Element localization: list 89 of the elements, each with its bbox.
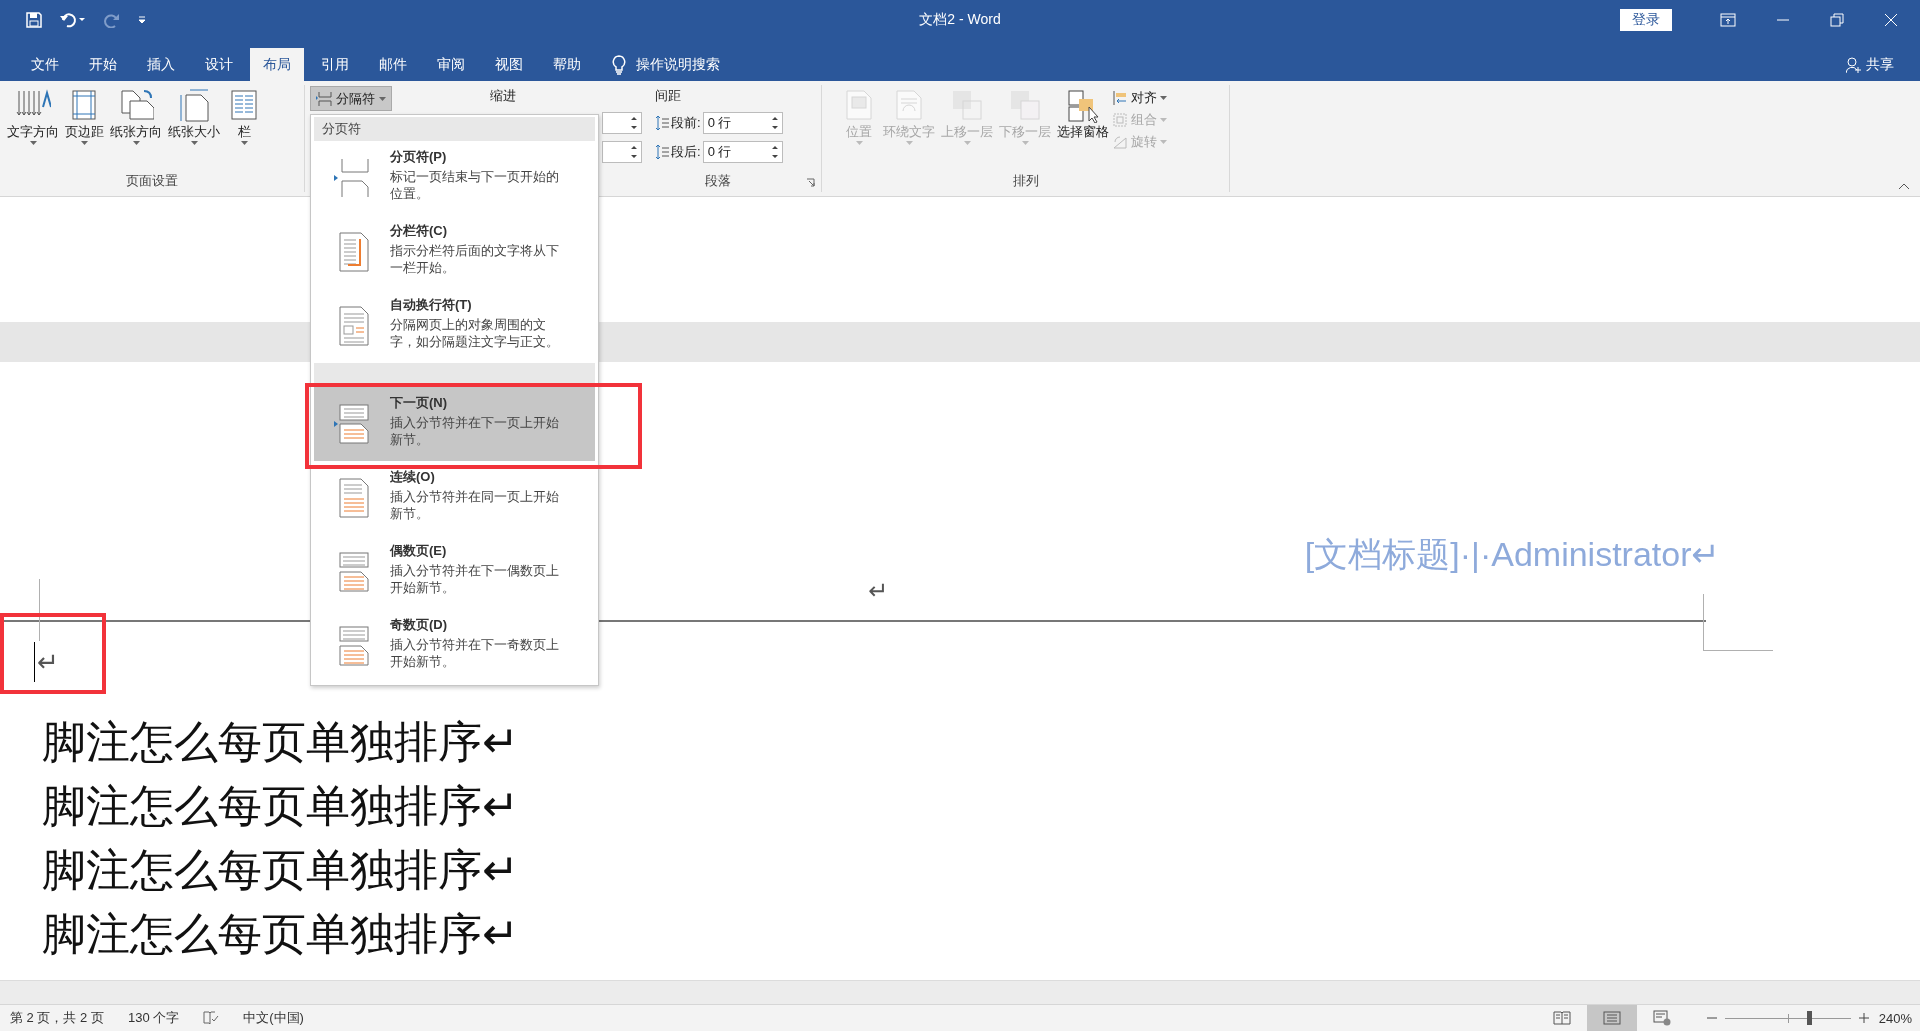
next-page-icon <box>334 403 370 445</box>
person-icon <box>1846 56 1862 73</box>
undo-icon[interactable] <box>60 12 86 28</box>
header-text: [文档标题]·|·Administrator↵ <box>1304 534 1720 574</box>
ribbon-button[interactable]: 文字方向 <box>4 85 62 172</box>
ribbon-tab[interactable]: 邮件 <box>366 48 420 81</box>
spacing-field[interactable]: 0 行 <box>702 141 783 163</box>
ribbon-tab[interactable]: 视图 <box>482 48 536 81</box>
ribbon-button[interactable]: 页边距 <box>62 85 107 172</box>
spacing-icon <box>655 115 669 131</box>
group-label: 排列 <box>1012 172 1039 190</box>
menu-item[interactable]: 自动换行符(T) 分隔网页上的对象周围的文字，如分隔题注文字与正文。 <box>314 289 595 363</box>
tell-me-search[interactable]: 操作说明搜索 <box>636 55 720 74</box>
proofing-icon[interactable] <box>203 1011 220 1025</box>
ribbon-tab[interactable]: 审阅 <box>424 48 478 81</box>
page-count[interactable]: 第 2 页，共 2 页 <box>10 1009 104 1027</box>
spacing-label: 间距 <box>655 87 682 105</box>
spacing-icon <box>655 144 669 160</box>
ribbon-button[interactable]: 对齐 <box>1112 89 1167 107</box>
body-text: 脚注怎么每页单独排序↵ <box>42 844 520 896</box>
slider-thumb[interactable] <box>1807 1011 1813 1025</box>
zoom-in-icon[interactable] <box>1858 1013 1869 1023</box>
spacing-field-label: 段后: <box>671 143 701 161</box>
caret-icon <box>1160 96 1167 100</box>
group-label: 页面设置 <box>126 172 178 190</box>
dialog-launcher-icon[interactable] <box>806 177 815 187</box>
menu-item[interactable]: 偶数页(E) 插入分节符并在下一偶数页上开始新节。 <box>314 535 595 609</box>
group-icon <box>1112 112 1128 128</box>
ribbon-button[interactable]: 栏 <box>223 85 265 172</box>
indent-field[interactable] <box>602 112 642 134</box>
ribbon-tab[interactable]: 帮助 <box>540 48 594 81</box>
breaks-button[interactable]: 分隔符 <box>310 86 392 111</box>
lightbulb-icon <box>612 54 626 75</box>
menu-item[interactable]: 分栏符(C) 指示分栏符后面的文字将从下一栏开始。 <box>314 215 595 289</box>
page-break-icon <box>316 90 332 107</box>
share-button[interactable]: 共享 <box>1866 55 1894 74</box>
zoom-level[interactable]: 240% <box>1878 1010 1912 1026</box>
save-icon[interactable] <box>26 12 42 28</box>
caret-icon <box>1160 118 1167 122</box>
caret-icon <box>379 96 386 101</box>
indent-label: 缩进 <box>490 87 517 105</box>
customize-icon[interactable] <box>138 16 146 24</box>
ribbon-button[interactable]: 纸张大小 <box>165 85 223 172</box>
menu-item[interactable]: 连续(O) 插入分节符并在同一页上开始新节。 <box>314 461 595 535</box>
ribbon-tab[interactable]: 开始 <box>76 48 130 81</box>
body-text: 脚注怎么每页单独排序↵ <box>42 780 520 832</box>
collapse-ribbon-icon[interactable] <box>1898 183 1910 190</box>
redo-icon[interactable] <box>104 12 120 28</box>
spin-arrows-icon[interactable] <box>631 145 637 159</box>
zoom-slider[interactable] <box>1724 1011 1851 1025</box>
align-icon <box>1112 90 1128 106</box>
spin-arrows-icon[interactable] <box>771 116 778 130</box>
menu-section-header: 分页符 <box>314 117 595 141</box>
close-icon[interactable] <box>1884 13 1898 27</box>
restore-icon[interactable] <box>1830 13 1844 27</box>
rotate-icon <box>1112 134 1128 150</box>
menu-item[interactable]: 分页符(P) 标记一页结束与下一页开始的位置。 <box>314 141 595 215</box>
ribbon-tab[interactable]: 布局 <box>250 48 304 81</box>
ribbon-tab[interactable]: 设计 <box>192 48 246 81</box>
sign-in-button[interactable]: 登录 <box>1620 9 1672 31</box>
ribbon-display-icon[interactable] <box>1720 13 1736 27</box>
paragraph-mark: ↵ <box>868 577 889 605</box>
indent-field[interactable] <box>602 141 642 163</box>
web-layout-icon <box>1652 1010 1671 1026</box>
ribbon-tab[interactable]: 插入 <box>134 48 188 81</box>
scroll-bar[interactable] <box>0 980 1920 1004</box>
body-text: 脚注怎么每页单独排序↵ <box>42 716 520 768</box>
spin-arrows-icon[interactable] <box>631 116 637 130</box>
menu-item[interactable]: 奇数页(D) 插入分节符并在下一奇数页上开始新节。 <box>314 609 595 683</box>
body-text: 脚注怎么每页单独排序↵ <box>42 908 520 960</box>
spacing-field[interactable]: 0 行 <box>702 112 783 134</box>
ribbon-button[interactable]: 纸张方向 <box>107 85 165 172</box>
window-title: 文档2 - Word <box>919 11 1001 29</box>
spin-arrows-icon[interactable] <box>771 145 778 159</box>
paragraph-mark: ↵ <box>34 642 59 682</box>
ribbon-tab[interactable]: 引用 <box>308 48 362 81</box>
orientation-icon <box>118 87 154 123</box>
word-count[interactable]: 130 个字 <box>127 1009 180 1027</box>
caret-icon <box>1160 140 1167 144</box>
group-label: 段落 <box>705 172 731 190</box>
menu-item[interactable]: 下一页(N) 插入分节符并在下一页上开始新节。 <box>314 387 595 461</box>
page-break-icon <box>334 157 370 199</box>
selection-pane-icon <box>1065 87 1101 123</box>
ribbon-button[interactable]: 选择窗格 <box>1054 85 1112 172</box>
ribbon-tab[interactable]: 文件 <box>18 48 72 81</box>
book-icon <box>1552 1011 1571 1025</box>
page-layout-icon <box>1602 1011 1621 1025</box>
language-status[interactable]: 中文(中国) <box>243 1009 304 1027</box>
spacing-field-label: 段前: <box>671 114 701 132</box>
